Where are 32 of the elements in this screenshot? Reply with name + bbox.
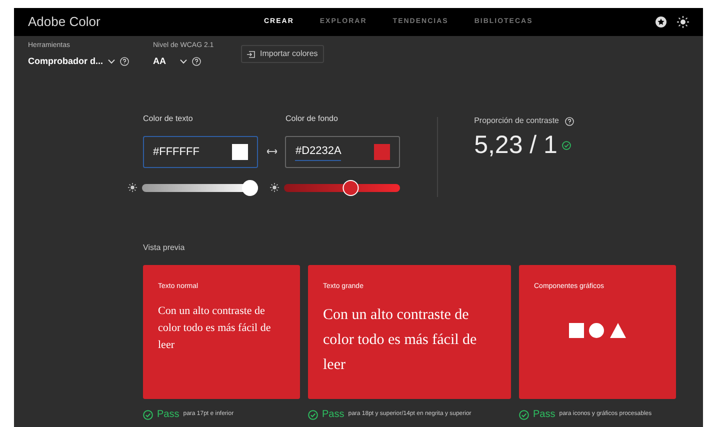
hex-input[interactable]: #FFFFFF: [143, 136, 258, 168]
swap-arrows-icon[interactable]: [266, 149, 277, 154]
contrast-ratio: 5,23 / 1: [474, 133, 558, 158]
wcag-dropdown[interactable]: AA: [153, 54, 175, 68]
contrast-label: Proporción de contraste: [474, 115, 559, 127]
help-icon[interactable]: [120, 56, 129, 66]
field-label: Color de texto: [143, 113, 194, 125]
pass-result: Pass: [157, 408, 180, 422]
sample-text: Con un alto contraste de color todo es más fácil de leer: [323, 306, 478, 374]
brightness-icon: [128, 183, 137, 192]
hex-value: #FFFFFF: [153, 144, 200, 160]
import-colors-button[interactable]: Importar colores: [241, 45, 324, 63]
app-title: Adobe Color: [28, 13, 100, 32]
shapes-icon: [569, 322, 626, 338]
pass-result: Pass: [322, 408, 344, 422]
hex-value: #D2232A: [295, 143, 342, 161]
brightness-icon[interactable]: [677, 16, 689, 28]
help-icon[interactable]: [565, 116, 574, 126]
chevron-down-icon[interactable]: [108, 58, 115, 64]
sample-text: Con un alto contraste de color todo es más fácil de leer: [158, 304, 272, 352]
hex-input[interactable]: #D2232A: [285, 136, 400, 168]
chevron-down-icon[interactable]: [180, 58, 187, 64]
field-label: Color de fondo: [285, 113, 339, 125]
slider-thumb[interactable]: [342, 180, 358, 196]
star-badge-icon[interactable]: [655, 16, 667, 28]
pass-result: Pass: [533, 408, 556, 422]
slider-thumb[interactable]: [242, 180, 258, 196]
section-label: Vista previa: [143, 242, 186, 254]
tool-dropdown[interactable]: Comprobador d...: [28, 54, 103, 68]
brightness-icon: [270, 183, 280, 192]
help-icon[interactable]: [192, 56, 201, 66]
import-icon: [247, 50, 255, 58]
